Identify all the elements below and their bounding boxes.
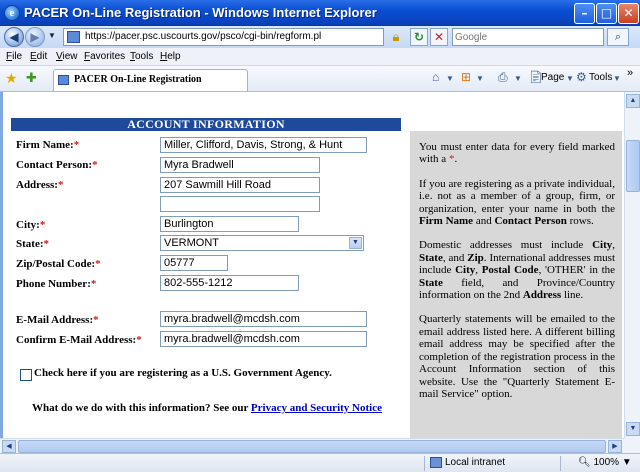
vertical-scroll-thumb[interactable] (626, 140, 640, 192)
government-agency-checkbox[interactable] (20, 369, 32, 381)
phone-field[interactable]: 802-555-1212 (160, 275, 299, 291)
city-field[interactable]: Burlington (160, 216, 299, 232)
chevron-right-icon[interactable]: » (627, 67, 633, 79)
title-bar: e PACER On-Line Registration - Windows I… (0, 0, 640, 26)
help-private-individual-text: If you are registering as a private indi… (419, 177, 615, 228)
status-divider (560, 456, 561, 471)
window-title: PACER On-Line Registration - Windows Int… (24, 5, 377, 20)
lock-icon[interactable]: 🔒︎ (389, 29, 403, 45)
close-button[interactable]: ✕ (618, 3, 639, 24)
minimize-button[interactable]: – (574, 3, 595, 24)
menu-view[interactable]: View (56, 51, 78, 62)
status-bar: Local intranet 🔍︎ 100% ▼ (0, 453, 640, 472)
status-divider (424, 456, 425, 471)
page-content: ACCOUNT INFORMATION Firm Name:* Miller, … (0, 92, 624, 438)
tools-gear-icon[interactable]: ⚙ (576, 70, 587, 84)
horizontal-scroll-thumb[interactable] (18, 440, 606, 453)
zip-label: Zip/Postal Code:* (16, 258, 101, 270)
horizontal-scrollbar[interactable]: ◀ ▶ (0, 438, 624, 453)
forward-button[interactable]: ▶ (25, 27, 45, 47)
page-icon (58, 75, 69, 85)
page-dropdown-icon[interactable]: ▼ (566, 74, 574, 83)
state-label: State:* (16, 238, 49, 250)
favorites-star-icon[interactable]: ★ (5, 70, 18, 87)
menu-favorites[interactable]: Favorites (84, 51, 125, 62)
search-icon[interactable]: ⌕ (607, 28, 629, 46)
scroll-right-icon[interactable]: ▶ (608, 440, 622, 453)
phone-label: Phone Number:* (16, 278, 97, 290)
address-toolbar: ◀ ▶ ▼ https://pacer.psc.uscourts.gov/psc… (0, 26, 640, 48)
refresh-icon[interactable]: ↻ (410, 28, 428, 46)
zip-field[interactable]: 05777 (160, 255, 228, 271)
ie-logo-icon: e (4, 5, 20, 21)
add-favorites-icon[interactable]: ✚ (26, 70, 37, 86)
tools-dropdown-icon[interactable]: ▼ (613, 74, 621, 83)
print-dropdown-icon[interactable]: ▼ (514, 74, 522, 83)
info-question: What do we do with this information? See… (32, 402, 382, 414)
browser-window: e PACER On-Line Registration - Windows I… (0, 0, 640, 472)
firm-name-field[interactable]: Miller, Clifford, Davis, Strong, & Hunt (160, 137, 367, 153)
print-icon[interactable]: ⎙ (498, 70, 508, 85)
email-field[interactable]: myra.bradwell@mcdsh.com (160, 311, 367, 327)
feeds-dropdown-icon[interactable]: ▼ (476, 74, 484, 83)
maximize-button[interactable]: □ (596, 3, 617, 24)
intranet-zone-icon (430, 457, 442, 468)
help-address-text: Domestic addresses must include City, St… (419, 239, 616, 302)
page-menu-button[interactable]: Page (541, 72, 564, 83)
search-field[interactable] (452, 28, 604, 46)
menu-help[interactable]: Help (160, 51, 181, 62)
tools-menu-button[interactable]: Tools (589, 72, 612, 83)
menu-edit[interactable]: Edit (30, 51, 47, 62)
help-required-text: You must enter data for every field mark… (419, 141, 615, 166)
address-url[interactable]: https://pacer.psc.uscourts.gov/psco/cgi-… (85, 31, 321, 42)
stop-icon[interactable]: ✕ (430, 28, 448, 46)
home-dropdown-icon[interactable]: ▼ (446, 74, 454, 83)
contact-person-label: Contact Person:* (16, 159, 98, 171)
state-select[interactable]: VERMONT ▼ (160, 235, 364, 251)
scroll-left-icon[interactable]: ◀ (2, 440, 16, 453)
address-label: Address:* (16, 179, 64, 191)
search-input[interactable] (455, 30, 603, 44)
section-header: ACCOUNT INFORMATION (11, 118, 401, 131)
vertical-scrollbar[interactable]: ▲ ▼ (624, 92, 640, 438)
security-zone-text: Local intranet (445, 457, 506, 468)
menu-tools[interactable]: Tools (130, 51, 153, 62)
zoom-level[interactable]: 🔍︎ 100% ▼ (578, 457, 632, 468)
address-line2-field[interactable] (160, 196, 320, 212)
tab-label: PACER On-Line Registration (74, 74, 202, 85)
chevron-down-icon[interactable]: ▼ (349, 237, 362, 249)
home-icon[interactable]: ⌂ (432, 70, 439, 84)
privacy-notice-link[interactable]: Privacy and Security Notice (251, 402, 382, 414)
scroll-corner (624, 438, 640, 453)
contact-person-field[interactable]: Myra Bradwell (160, 157, 320, 173)
firm-name-label: Firm Name:* (16, 139, 80, 151)
scroll-up-icon[interactable]: ▲ (626, 94, 640, 108)
state-selected-value: VERMONT (164, 237, 219, 249)
back-button[interactable]: ◀ (4, 27, 24, 47)
menu-file[interactable]: File (6, 51, 22, 62)
help-panel: You must enter data for every field mark… (410, 131, 622, 438)
government-agency-label: Check here if you are registering as a U… (34, 367, 332, 379)
address-field[interactable]: https://pacer.psc.uscourts.gov/psco/cgi-… (63, 28, 384, 46)
help-statements-text: Quarterly statements will be emailed to … (419, 313, 615, 400)
tab-bar: ★ ✚ PACER On-Line Registration ⌂ ▼ ⊞ ▼ ⎙… (0, 66, 640, 92)
city-label: City:* (16, 219, 46, 231)
address-line1-field[interactable]: 207 Sawmill Hill Road (160, 177, 320, 193)
page-icon (67, 31, 80, 43)
recent-pages-dropdown-icon[interactable]: ▼ (48, 31, 56, 40)
feeds-icon[interactable]: ⊞ (461, 70, 471, 84)
email-label: E-Mail Address:* (16, 314, 99, 326)
menu-bar: File Edit View Favorites Tools Help (0, 48, 640, 66)
confirm-email-label: Confirm E-Mail Address:* (16, 334, 142, 346)
tab-pacer-registration[interactable]: PACER On-Line Registration (53, 69, 248, 91)
scroll-down-icon[interactable]: ▼ (626, 422, 640, 436)
confirm-email-field[interactable]: myra.bradwell@mcdsh.com (160, 331, 367, 347)
